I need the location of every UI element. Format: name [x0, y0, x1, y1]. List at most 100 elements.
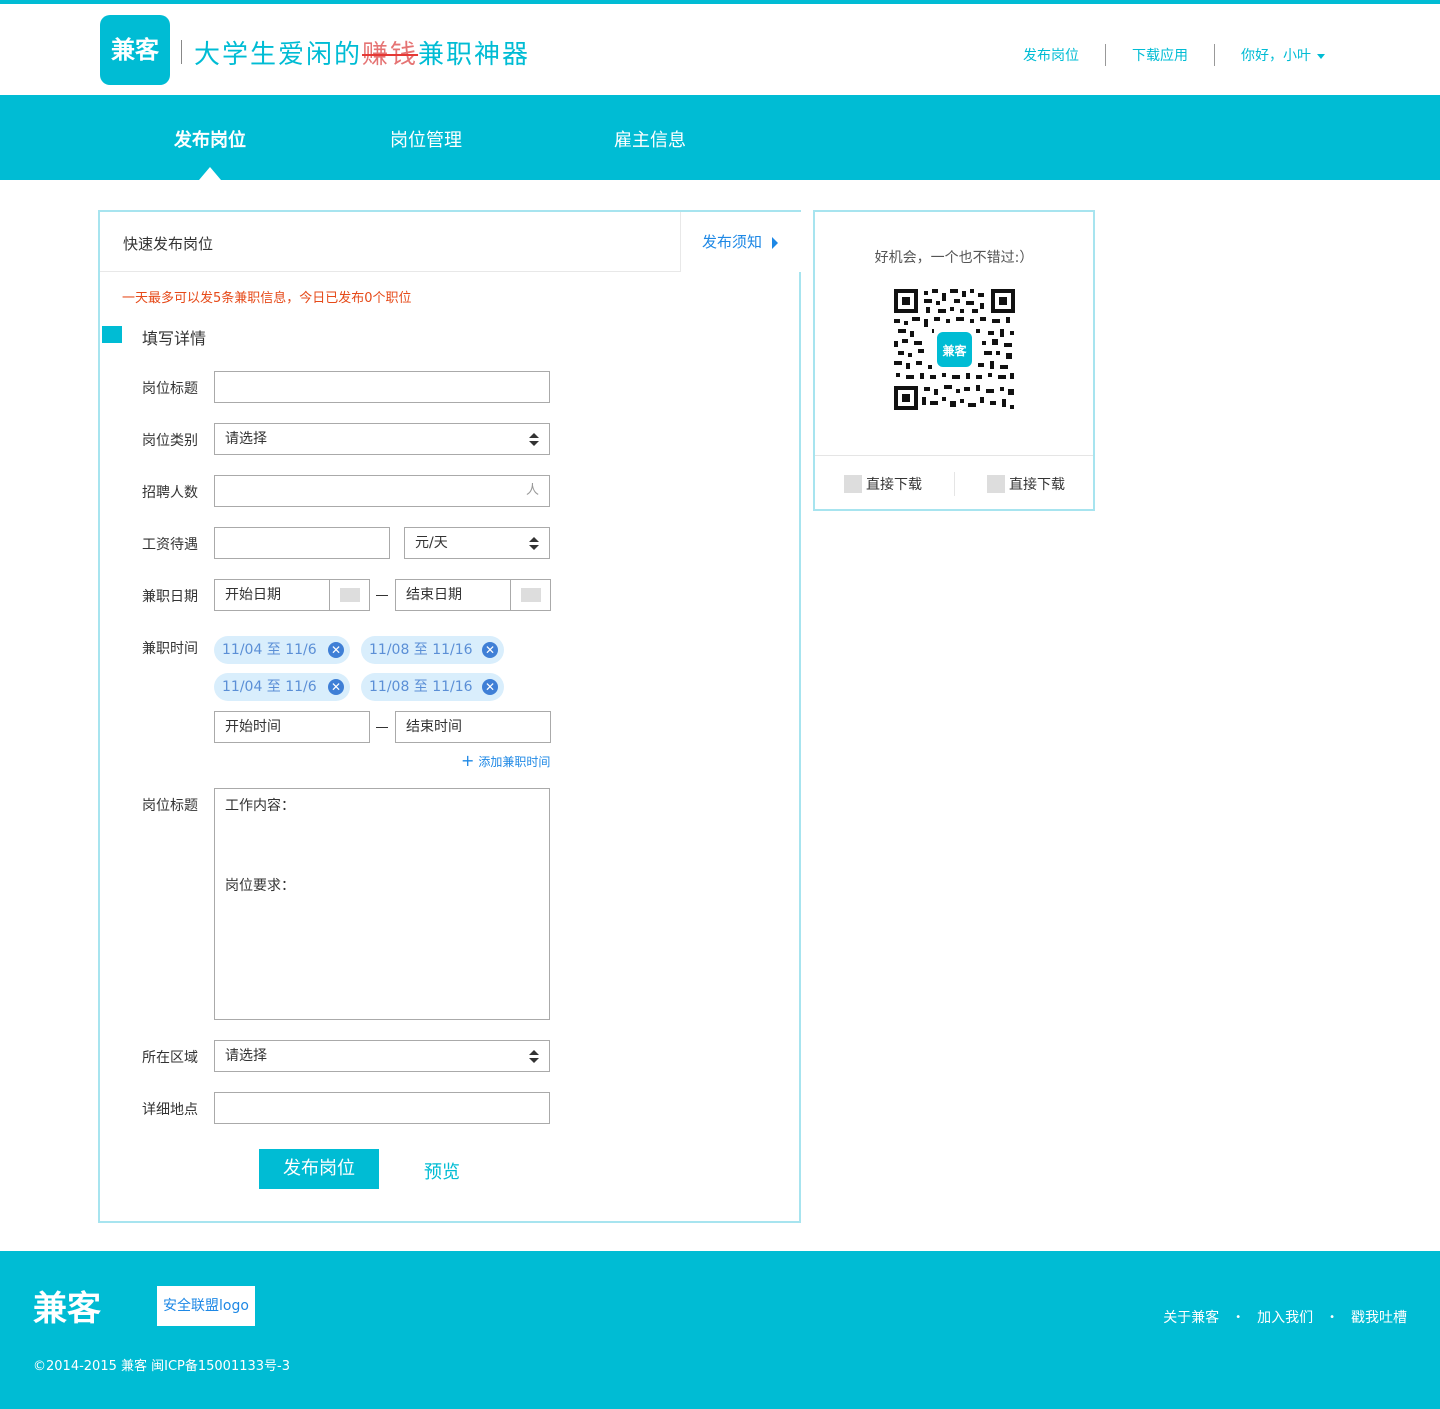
- address-label: 详细地点: [142, 1102, 198, 1118]
- top-nav: 发布岗位 下载应用 你好，小叶: [997, 44, 1325, 66]
- footer-logo: 兼客: [33, 1289, 101, 1329]
- close-icon[interactable]: ✕: [328, 679, 344, 695]
- section-marker: [102, 326, 122, 343]
- headcount-label: 招聘人数: [142, 485, 198, 501]
- tab-employer-info[interactable]: 雇主信息: [614, 126, 686, 152]
- start-date-input[interactable]: 开始日期: [214, 579, 370, 611]
- area-select[interactable]: 请选择: [214, 1040, 550, 1072]
- footer-dot: •: [1235, 1311, 1242, 1323]
- slogan-strike: 赚钱: [362, 40, 419, 70]
- headcount-unit: 人: [525, 483, 539, 498]
- user-menu[interactable]: 你好，小叶: [1215, 45, 1325, 65]
- end-date-placeholder: 结束日期: [406, 587, 462, 603]
- download-link-a[interactable]: 直接下载: [844, 474, 922, 494]
- select-arrows-icon: [529, 537, 539, 550]
- slogan-part-b: 兼职神器: [418, 40, 531, 70]
- brand-logo[interactable]: 兼客: [100, 15, 170, 85]
- panel-header: 快速发布岗位 发布须知: [100, 212, 801, 272]
- slogan-part-a: 大学生爱闲的: [194, 40, 363, 70]
- end-time-input[interactable]: 结束时间: [395, 711, 551, 743]
- add-time-label: 添加兼职时间: [478, 755, 551, 769]
- calendar-icon[interactable]: [329, 580, 369, 610]
- time-tag-label: 11/08 至 11/16: [369, 642, 473, 658]
- panel-title: 快速发布岗位: [123, 235, 214, 253]
- time-tag: 11/08 至 11/16 ✕: [361, 636, 504, 664]
- top-nav-post-job[interactable]: 发布岗位: [997, 45, 1105, 65]
- salary-unit-select[interactable]: 元/天: [404, 527, 550, 559]
- tab-job-management[interactable]: 岗位管理: [390, 126, 462, 152]
- main-nav: 发布岗位 岗位管理 雇主信息: [0, 95, 1440, 180]
- headcount-input[interactable]: 人: [214, 475, 550, 507]
- app-download-panel: 好机会，一个也不错过:） 兼客 直接下载 直接下载: [813, 210, 1095, 511]
- add-time-button[interactable]: + 添加兼职时间: [461, 751, 550, 770]
- close-icon[interactable]: ✕: [482, 642, 498, 658]
- logo-divider: [181, 40, 182, 64]
- footer-link-join[interactable]: 加入我们: [1257, 1307, 1313, 1327]
- time-tag-label: 11/04 至 11/6: [222, 642, 317, 658]
- plus-icon: +: [461, 751, 475, 770]
- footer-link-feedback[interactable]: 戳我吐槽: [1351, 1307, 1407, 1327]
- start-time-placeholder: 开始时间: [225, 719, 281, 735]
- download-label-a: 直接下载: [866, 477, 922, 493]
- range-dash: [376, 727, 388, 728]
- close-icon[interactable]: ✕: [482, 679, 498, 695]
- user-greeting: 你好，小叶: [1241, 48, 1311, 64]
- site-footer: 兼客 安全联盟logo ©2014-2015 兼客 闽ICP备15001133号…: [0, 1251, 1440, 1409]
- submit-button[interactable]: 发布岗位: [259, 1149, 379, 1189]
- job-category-select[interactable]: 请选择: [214, 423, 550, 455]
- qr-center-logo: 兼客: [942, 344, 967, 358]
- brand-slogan: 大学生爱闲的赚钱兼职神器: [194, 34, 530, 71]
- footer-links: 关于兼客 • 加入我们 • 戳我吐槽: [1163, 1307, 1407, 1327]
- time-tag-label: 11/08 至 11/16: [369, 679, 473, 695]
- chevron-down-icon: [1317, 53, 1325, 59]
- job-requirements-line: 岗位要求：: [225, 878, 295, 894]
- salary-label: 工资待遇: [142, 537, 198, 553]
- start-time-input[interactable]: 开始时间: [214, 711, 370, 743]
- time-tag-label: 11/04 至 11/6: [222, 679, 317, 695]
- description-textarea[interactable]: 工作内容： 岗位要求：: [214, 788, 550, 1020]
- time-tag: 11/04 至 11/6 ✕: [214, 636, 350, 664]
- salary-unit-value: 元/天: [415, 535, 448, 551]
- salary-input[interactable]: [214, 527, 390, 559]
- footer-link-about[interactable]: 关于兼客: [1163, 1307, 1219, 1327]
- job-title-input[interactable]: [214, 371, 550, 403]
- time-tag: 11/08 至 11/16 ✕: [361, 673, 504, 701]
- range-dash: [376, 595, 388, 596]
- section-title: 填写详情: [142, 329, 207, 348]
- preview-button[interactable]: 预览: [424, 1158, 460, 1184]
- end-date-input[interactable]: 结束日期: [395, 579, 551, 611]
- close-icon[interactable]: ✕: [328, 642, 344, 658]
- download-divider: [954, 472, 955, 496]
- select-arrows-icon: [529, 1050, 539, 1063]
- description-label: 岗位标题: [142, 798, 198, 814]
- download-caption: 好机会，一个也不错过:）: [874, 250, 1034, 266]
- start-date-placeholder: 开始日期: [225, 587, 281, 603]
- tab-post-job[interactable]: 发布岗位: [174, 126, 246, 152]
- active-tab-indicator: [199, 167, 221, 180]
- dates-label: 兼职日期: [142, 589, 198, 605]
- security-alliance-badge[interactable]: 安全联盟logo: [157, 1286, 255, 1326]
- times-label: 兼职时间: [142, 641, 198, 657]
- job-category-label: 岗位类别: [142, 433, 198, 449]
- post-job-panel: 快速发布岗位 发布须知 一天最多可以发5条兼职信息，今日已发布0个职位 填写详情…: [98, 210, 801, 1223]
- area-value: 请选择: [225, 1048, 267, 1064]
- footer-dot: •: [1329, 1311, 1335, 1323]
- address-input[interactable]: [214, 1092, 550, 1124]
- end-time-placeholder: 结束时间: [406, 719, 462, 735]
- calendar-icon[interactable]: [510, 580, 550, 610]
- download-links: 直接下载 直接下载: [815, 455, 1093, 509]
- notice-label: 发布须知: [702, 233, 763, 251]
- copyright: ©2014-2015 兼客 闽ICP备15001133号-3: [33, 1359, 291, 1374]
- job-title-label: 岗位标题: [142, 381, 198, 397]
- top-nav-download-app[interactable]: 下载应用: [1106, 45, 1214, 65]
- work-content-line: 工作内容：: [225, 798, 295, 814]
- area-label: 所在区域: [142, 1050, 198, 1066]
- post-limit-warning: 一天最多可以发5条兼职信息，今日已发布0个职位: [122, 291, 412, 306]
- select-arrows-icon: [529, 433, 539, 446]
- time-tag: 11/04 至 11/6 ✕: [214, 673, 350, 701]
- download-label-b: 直接下载: [1009, 477, 1065, 493]
- android-icon: [987, 474, 1005, 493]
- download-link-b[interactable]: 直接下载: [987, 474, 1065, 494]
- notice-link[interactable]: 发布须知: [680, 212, 801, 272]
- caret-right-icon: [772, 236, 779, 249]
